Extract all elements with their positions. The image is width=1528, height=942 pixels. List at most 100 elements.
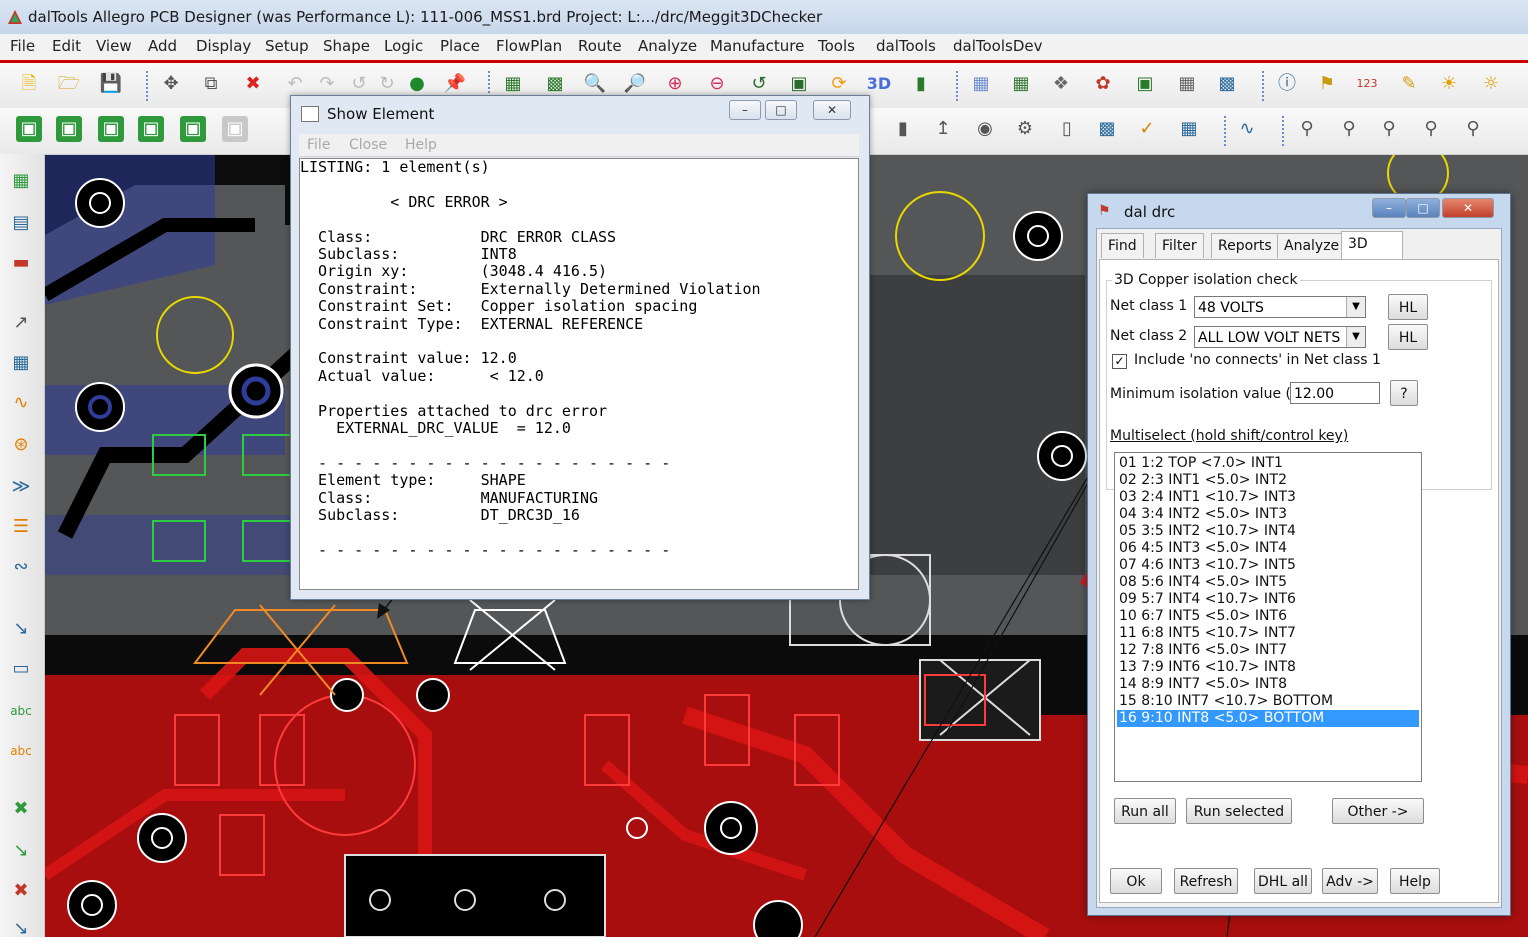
- hl-button-1[interactable]: HL: [1388, 294, 1428, 320]
- list-item[interactable]: 06 4:5 INT3 <5.0> INT4: [1117, 540, 1419, 557]
- slide-route-icon[interactable]: ▦: [8, 350, 34, 376]
- menu-daltoolsdev[interactable]: dalToolsDev: [953, 37, 1043, 55]
- tab-filter[interactable]: Filter: [1155, 233, 1204, 258]
- edit-text-icon[interactable]: abc: [8, 738, 34, 764]
- zoom-out-icon[interactable]: ⊖: [704, 71, 730, 97]
- route-2-icon[interactable]: ⚲: [1336, 116, 1362, 142]
- list-item[interactable]: 01 1:2 TOP <7.0> INT1: [1117, 455, 1419, 472]
- maximize-button[interactable]: □: [1406, 198, 1440, 218]
- layer-int2-icon[interactable]: ▣: [98, 116, 124, 142]
- list-item[interactable]: 04 3:4 INT2 <5.0> INT3: [1117, 506, 1419, 523]
- probe-icon[interactable]: ✓: [1134, 116, 1160, 142]
- 3d-view-icon[interactable]: 3D: [866, 71, 892, 97]
- list-item[interactable]: 07 4:6 INT3 <10.7> INT5: [1117, 557, 1419, 574]
- unrats-icon[interactable]: ▬: [8, 250, 34, 276]
- net-class-2-select[interactable]: ALL LOW VOLT NETS ▼: [1194, 326, 1366, 348]
- grid-snap-icon[interactable]: ▩: [542, 71, 568, 97]
- move-icon[interactable]: ✥: [158, 71, 184, 97]
- menu-edit[interactable]: Edit: [52, 37, 81, 55]
- list-item[interactable]: 16 9:10 INT8 <5.0> BOTTOM: [1117, 710, 1419, 727]
- fanout-icon[interactable]: ⊛: [8, 432, 34, 458]
- add-rect-icon[interactable]: ▭: [8, 656, 34, 682]
- undo-icon[interactable]: ↶: [282, 71, 308, 97]
- panel-icon[interactable]: ▯: [1054, 116, 1080, 142]
- waveform-icon[interactable]: ∿: [1234, 116, 1260, 142]
- redo-list-icon[interactable]: ↺: [346, 71, 372, 97]
- align-icon[interactable]: ▮: [890, 116, 916, 142]
- save-icon[interactable]: 💾: [98, 71, 124, 97]
- layer-pair-list[interactable]: 01 1:2 TOP <7.0> INT1 02 2:3 INT1 <5.0> I…: [1114, 452, 1422, 782]
- minimize-button[interactable]: –: [729, 100, 761, 120]
- info-icon[interactable]: ⓘ: [1274, 71, 1300, 97]
- run-selected-button[interactable]: Run selected: [1186, 798, 1292, 824]
- redraw-icon[interactable]: ⟳: [826, 71, 852, 97]
- chevron-down-icon[interactable]: ▼: [1346, 327, 1365, 347]
- hl-button-2[interactable]: HL: [1388, 324, 1428, 350]
- sun-icon[interactable]: ☀: [1436, 71, 1462, 97]
- menu-setup[interactable]: Setup: [265, 37, 309, 55]
- tab-analyze[interactable]: Analyze: [1277, 233, 1347, 258]
- list-item[interactable]: 12 7:8 INT6 <5.0> INT7: [1117, 642, 1419, 659]
- menu-flowplan[interactable]: FlowPlan: [496, 37, 562, 55]
- dhl-all-button[interactable]: DHL all: [1254, 868, 1312, 894]
- route-line-icon[interactable]: ↘: [8, 838, 34, 864]
- slide-icon[interactable]: ↥: [930, 116, 956, 142]
- delete-icon[interactable]: ✖: [240, 71, 266, 97]
- other-button[interactable]: Other ->: [1332, 798, 1424, 824]
- add-connect-icon[interactable]: ↗: [8, 310, 34, 336]
- delay-tune-icon[interactable]: ∿: [8, 390, 34, 416]
- brush-icon[interactable]: ✎: [1396, 71, 1422, 97]
- add-line-icon[interactable]: ↘: [8, 616, 34, 642]
- pin-icon[interactable]: 📌: [442, 71, 468, 97]
- close-button[interactable]: ✕: [1442, 198, 1494, 218]
- open-folder-icon[interactable]: 🗁: [56, 71, 82, 97]
- rats-icon[interactable]: ▤: [8, 210, 34, 236]
- ecset-icon[interactable]: ▣: [1132, 71, 1158, 97]
- measure-icon[interactable]: 123: [1354, 71, 1380, 97]
- zoom-points-icon[interactable]: 🔍: [582, 71, 608, 97]
- spread-icon[interactable]: ≫: [8, 474, 34, 500]
- property-icon[interactable]: ⚑: [1314, 71, 1340, 97]
- layer-int3-icon[interactable]: ▣: [138, 116, 164, 142]
- color-icon[interactable]: ▦: [1008, 71, 1034, 97]
- net-class-1-select[interactable]: 48 VOLTS ▼: [1194, 296, 1366, 318]
- route-1-icon[interactable]: ⚲: [1294, 116, 1320, 142]
- minimize-button[interactable]: –: [1372, 198, 1406, 218]
- menu-tools[interactable]: Tools: [818, 37, 855, 55]
- layer-top-icon[interactable]: ▣: [16, 116, 42, 142]
- matrix-icon[interactable]: ▦: [1176, 116, 1202, 142]
- menu-analyze[interactable]: Analyze: [638, 37, 697, 55]
- menu-daltools[interactable]: dalTools: [876, 37, 936, 55]
- include-no-connects-checkbox[interactable]: ✓: [1112, 354, 1127, 369]
- undo-list-icon[interactable]: ↻: [374, 71, 400, 97]
- menu-add[interactable]: Add: [148, 37, 177, 55]
- menu-display[interactable]: Display: [196, 37, 251, 55]
- layer-icon[interactable]: ❖: [1048, 71, 1074, 97]
- cmgr-icon[interactable]: ▦: [1174, 71, 1200, 97]
- zoom-in-icon[interactable]: ⊕: [662, 71, 688, 97]
- close-button[interactable]: ✕: [813, 100, 851, 120]
- list-item[interactable]: 08 5:6 INT4 <5.0> INT5: [1117, 574, 1419, 591]
- new-file-icon[interactable]: 🗎: [16, 71, 42, 97]
- list-item[interactable]: 15 8:10 INT7 <10.7> BOTTOM: [1117, 693, 1419, 710]
- chevron-down-icon[interactable]: ▼: [1346, 297, 1365, 317]
- zoom-previous-icon[interactable]: ↺: [746, 71, 772, 97]
- menu-file[interactable]: File: [10, 37, 35, 55]
- zoom-world-icon[interactable]: ▣: [786, 71, 812, 97]
- place-icon[interactable]: ▦: [8, 168, 34, 194]
- adv-button[interactable]: Adv ->: [1322, 868, 1378, 894]
- tab-find[interactable]: Find: [1101, 233, 1144, 258]
- delete-segment-icon[interactable]: ✖: [8, 796, 34, 822]
- route-3-icon[interactable]: ⚲: [1376, 116, 1402, 142]
- menu-place[interactable]: Place: [440, 37, 480, 55]
- menu-close[interactable]: Close: [349, 137, 387, 153]
- check-icon[interactable]: ▩: [1094, 116, 1120, 142]
- layer-int4-icon[interactable]: ▣: [180, 116, 206, 142]
- copy-icon[interactable]: ⧉: [198, 71, 224, 97]
- grid-icon[interactable]: ▦: [500, 71, 526, 97]
- custom-smooth-icon[interactable]: ∾: [8, 554, 34, 580]
- menu-file[interactable]: File: [307, 137, 330, 153]
- drc-icon[interactable]: ⚙: [1012, 116, 1038, 142]
- list-item[interactable]: 03 2:4 INT1 <10.7> INT3: [1117, 489, 1419, 506]
- route-4-icon[interactable]: ⚲: [1418, 116, 1444, 142]
